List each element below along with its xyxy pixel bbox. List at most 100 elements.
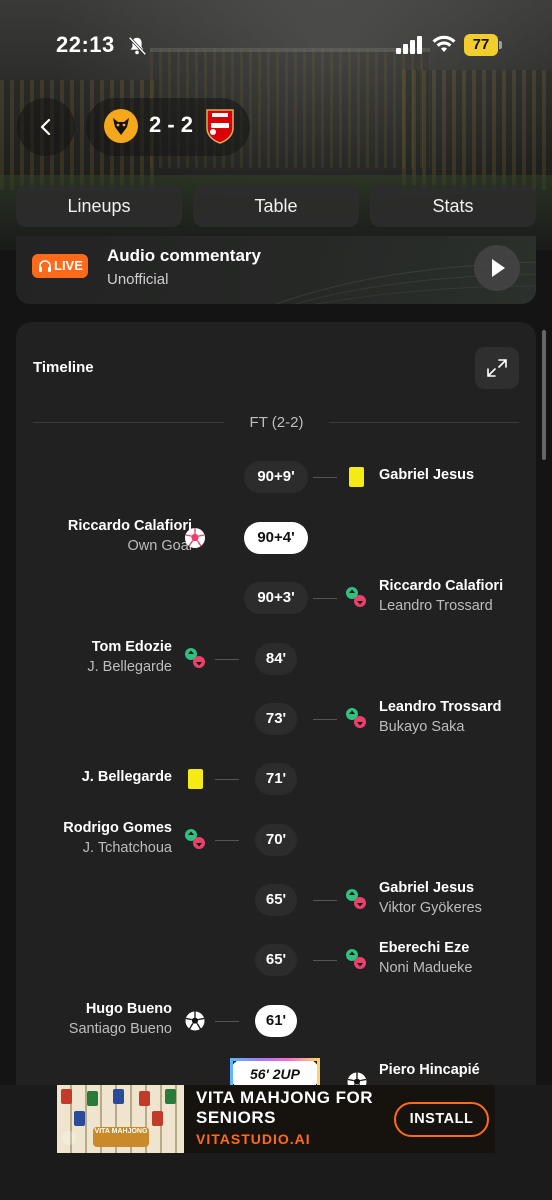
- match-score: 2 - 2: [148, 112, 194, 137]
- timeline-event: Tom Edozie J. Bellegarde 84': [16, 637, 536, 681]
- ad-image: VITA MAHJONG: [57, 1085, 184, 1153]
- tab-stats[interactable]: Stats: [370, 185, 536, 227]
- arsenal-crest-icon: [206, 109, 234, 144]
- event-minute: 90+4': [244, 522, 308, 554]
- football-icon: [185, 1011, 205, 1031]
- install-button[interactable]: INSTALL: [394, 1102, 489, 1137]
- event-connector: [313, 598, 337, 599]
- cellular-signal-icon: [396, 36, 422, 54]
- ad-url: VITASTUDIO.AI: [196, 1131, 311, 1147]
- ad-title-line1: VITA MAHJONG FOR: [196, 1088, 374, 1107]
- battery-level: 77: [464, 34, 498, 56]
- player-out: Noni Madueke: [379, 960, 473, 976]
- chevron-left-icon: [40, 118, 51, 136]
- play-icon: [492, 259, 505, 277]
- timeline-event: Hugo Bueno Santiago Bueno 61': [16, 999, 536, 1043]
- match-tabs: Lineups Table Stats: [16, 185, 536, 227]
- event-detail: Own Goal: [127, 538, 192, 554]
- live-badge: LIVE: [32, 254, 88, 278]
- tab-table[interactable]: Table: [193, 185, 359, 227]
- ad-banner[interactable]: VITA MAHJONG VITA MAHJONG FOR SENIORS VI…: [0, 1085, 552, 1200]
- substitution-icon: [346, 889, 366, 909]
- substitution-icon: [185, 648, 205, 668]
- mahjong-tile: [113, 1089, 124, 1104]
- player-out: Leandro Trossard: [379, 598, 493, 614]
- status-bar: 22:13 77: [0, 28, 552, 64]
- player-in: Tom Edozie: [91, 639, 172, 655]
- event-connector: [215, 1021, 239, 1022]
- event-minute: 65': [255, 944, 297, 976]
- timeline-title: Timeline: [33, 359, 94, 376]
- full-time-label: FT (2-2): [249, 414, 304, 431]
- ad-title-line2: SENIORS: [196, 1108, 277, 1127]
- clock: 22:13: [56, 32, 115, 57]
- tab-lineups[interactable]: Lineups: [16, 185, 182, 227]
- ft-divider-left: [33, 422, 224, 423]
- yellow-card-icon: [188, 769, 203, 789]
- ad-info-icon[interactable]: [62, 1131, 76, 1145]
- goal-scorer: Hugo Bueno: [85, 1001, 172, 1017]
- own-goal-ball-icon: [185, 528, 205, 548]
- goal-scorer: Piero Hincapié: [379, 1062, 480, 1078]
- event-minute: 90+9': [244, 461, 308, 493]
- mahjong-tile: [87, 1091, 98, 1106]
- expand-button[interactable]: [475, 347, 519, 389]
- player-in: Riccardo Calafiori: [379, 578, 504, 594]
- scrollbar[interactable]: [542, 330, 546, 460]
- timeline-event: Riccardo Calafiori Own Goal 90+4': [16, 516, 536, 560]
- event-connector: [313, 719, 337, 720]
- event-connector: [313, 900, 337, 901]
- event-minute: 84': [255, 643, 297, 675]
- back-button[interactable]: [17, 98, 75, 156]
- assist-player: Santiago Bueno: [68, 1021, 172, 1037]
- player-name: Riccardo Calafiori: [67, 518, 192, 534]
- timeline-event: Rodrigo Gomes J. Tchatchoua 70': [16, 818, 536, 862]
- event-connector: [313, 960, 337, 961]
- stadium-stand-right: [402, 70, 552, 190]
- substitution-icon: [346, 587, 366, 607]
- timeline-event: 65' Eberechi Eze Noni Madueke: [16, 938, 536, 982]
- substitution-icon: [346, 949, 366, 969]
- decorative-lines: [275, 261, 536, 304]
- event-minute: 73': [255, 703, 297, 735]
- timeline-event: 90+9' Gabriel Jesus: [16, 455, 536, 499]
- mahjong-tile: [139, 1091, 150, 1106]
- event-connector: [313, 477, 337, 478]
- event-minute: 90+3': [244, 582, 308, 614]
- battery-indicator: 77: [464, 34, 504, 56]
- player-out: J. Tchatchoua: [82, 840, 172, 856]
- event-minute: 70': [255, 824, 297, 856]
- player-in: Rodrigo Gomes: [63, 820, 172, 836]
- substitution-icon: [185, 829, 205, 849]
- ad-content[interactable]: VITA MAHJONG VITA MAHJONG FOR SENIORS VI…: [57, 1085, 495, 1153]
- live-label: LIVE: [54, 258, 83, 273]
- ft-divider-right: [329, 422, 519, 423]
- substitution-icon: [346, 708, 366, 728]
- timeline-event: J. Bellegarde 71': [16, 757, 536, 801]
- yellow-card-icon: [349, 467, 364, 487]
- timeline-event: 73' Leandro Trossard Bukayo Saka: [16, 697, 536, 741]
- player-name: J. Bellegarde: [81, 769, 172, 785]
- expand-icon: [487, 359, 507, 377]
- audio-title: Audio commentary: [107, 246, 261, 265]
- player-out: J. Bellegarde: [87, 659, 172, 675]
- event-connector: [215, 779, 239, 780]
- headphones-icon: [39, 260, 51, 272]
- event-connector: [215, 840, 239, 841]
- play-button[interactable]: [474, 245, 520, 291]
- audio-subtitle: Unofficial: [107, 271, 169, 288]
- event-minute: 71': [255, 763, 297, 795]
- player-name: Gabriel Jesus: [379, 467, 475, 483]
- event-minute: 61': [255, 1005, 297, 1037]
- ad-title: VITA MAHJONG FOR SENIORS: [196, 1088, 373, 1128]
- wifi-icon: [432, 35, 456, 52]
- player-in: Eberechi Eze: [379, 940, 470, 956]
- mahjong-tile: [152, 1111, 163, 1126]
- bell-muted-icon: [128, 36, 147, 56]
- player-in: Leandro Trossard: [379, 699, 502, 715]
- match-score-pill[interactable]: 2 - 2: [86, 98, 250, 156]
- wolves-crest-icon: [104, 109, 138, 143]
- mahjong-tile: [74, 1111, 85, 1126]
- audio-commentary-card[interactable]: LIVE Audio commentary Unofficial: [16, 236, 536, 304]
- timeline-event: 65' Gabriel Jesus Viktor Gyökeres: [16, 878, 536, 922]
